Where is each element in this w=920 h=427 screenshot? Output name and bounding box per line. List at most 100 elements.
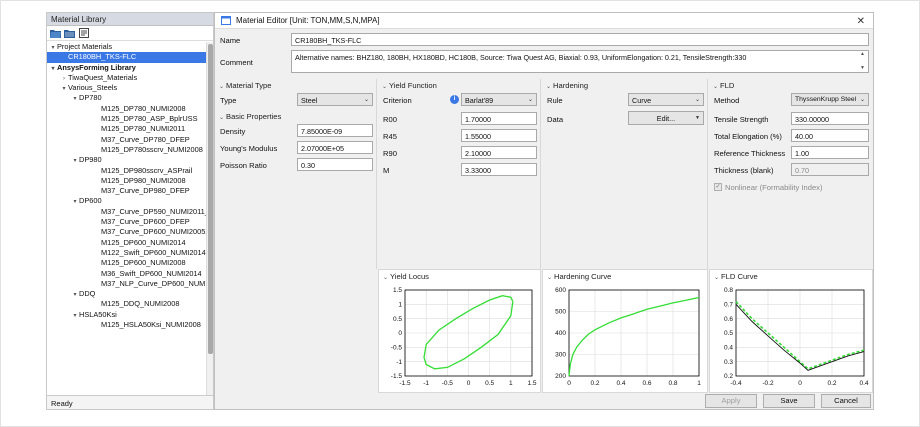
criterion-select[interactable]: Barlat'89 ⌄ (461, 93, 537, 106)
tree-item[interactable]: M125_DP780sscrv_NUMI2008 (47, 145, 207, 155)
comment-textarea[interactable]: Alternative names: BHZ180, 180BH, HX180B… (291, 50, 869, 73)
library-scrollbar[interactable] (206, 42, 213, 396)
youngs-modulus-input[interactable]: 2.07000E+05 (297, 141, 373, 154)
m-input[interactable]: 3.33000 (461, 163, 537, 176)
tree-item-label: DP600 (79, 196, 102, 206)
collapse-chevron-icon[interactable]: ⌄ (219, 83, 226, 90)
tree-item-label: M125_DP780_NUMI2008 (101, 103, 186, 113)
tree-item[interactable]: ▾ HSLA50Ksi (47, 310, 207, 320)
tree-item[interactable]: M125_DDQ_NUMI2008 (47, 299, 207, 309)
tree-item-label: M125_DP780_NUMI2011 (101, 124, 186, 134)
collapse-chevron-icon[interactable]: ⌄ (547, 274, 554, 281)
reference-thickness-input[interactable]: 1.00 (791, 146, 869, 159)
tree-item-label: TiwaQuest_Materials (68, 72, 138, 82)
tree-item[interactable]: M37_Curve_DP980_DFEP (47, 186, 207, 196)
editor-app-icon (221, 16, 231, 25)
x-tick-label: 0 (798, 380, 802, 387)
blank-thickness-label: Thickness (blank) (714, 166, 774, 175)
blank-thickness-input[interactable]: 0.70 (791, 163, 869, 176)
collapse-chevron-icon[interactable]: ⌄ (382, 83, 389, 90)
status-bar: Ready (47, 395, 213, 409)
r45-input[interactable]: 1.55000 (461, 129, 537, 142)
tree-item[interactable]: M37_NLP_Curve_DP600_NUMI2014 (47, 279, 207, 289)
name-input[interactable]: CR180BH_TKS-FLC (291, 33, 869, 46)
tree-item[interactable]: M125_DP980_NUMI2008 (47, 176, 207, 186)
tree-item-label: M37_Curve_DP600_DFEP (101, 217, 190, 227)
tree-item[interactable]: M37_Curve_DP590_NUMI2011_BM3 (47, 207, 207, 217)
library-toolbar (47, 26, 213, 41)
y-tick-label: 0.8 (724, 287, 733, 294)
save-button[interactable]: Save (763, 394, 815, 408)
comment-label: Comment (220, 58, 253, 67)
nonlinear-label: Nonlinear (Formability Index) (725, 183, 823, 192)
tree-item[interactable]: M36_Swift_DP600_NUMI2014 (47, 269, 207, 279)
collapse-chevron-icon[interactable]: ⌄ (713, 83, 720, 90)
info-icon[interactable]: i (450, 95, 459, 104)
tree-item[interactable]: M125_HSLA50Ksi_NUMI2008 (47, 320, 207, 330)
close-icon[interactable]: ✕ (857, 16, 865, 27)
tree-item-label: DDQ (79, 289, 96, 299)
tensile-strength-input[interactable]: 330.00000 (791, 112, 869, 125)
r00-input[interactable]: 1.70000 (461, 112, 537, 125)
x-tick-label: 0 (467, 380, 471, 387)
yield-locus-plot: ⌄ Yield Locus -1.5 -1 -0.5 0 0.5 1 1.5 1.5 1 0.5 0-… (378, 269, 541, 393)
y-tick-label: 0.4 (724, 345, 733, 352)
properties-icon[interactable] (78, 28, 89, 38)
nonlinear-checkbox[interactable]: ✓ (714, 183, 722, 191)
y-tick-label: 400 (555, 330, 566, 337)
tree-item-label: M125_DP980_NUMI2008 (101, 175, 186, 185)
tree-item[interactable]: M122_Swift_DP600_NUMI2014 (47, 248, 207, 258)
tree-item[interactable]: M125_DP780_NUMI2008 (47, 104, 207, 114)
folder-icon[interactable] (64, 28, 75, 38)
basic-properties-title: ⌄ Basic Properties (219, 112, 282, 121)
edit-data-button[interactable]: Edit... ▼ (628, 111, 704, 125)
tree-item[interactable]: › TiwaQuest_Materials (47, 73, 207, 83)
tree-item[interactable]: ▾ DP780 (47, 93, 207, 103)
x-tick-label: 0.2 (827, 380, 836, 387)
comment-scroll-down-icon[interactable]: ▼ (860, 65, 865, 71)
hardening-curve-plot: ⌄ Hardening Curve 0 0.2 0.4 0.6 0.8 1 600 500 400… (542, 269, 708, 393)
x-tick-label: -0.4 (730, 380, 742, 387)
y-tick-label: 1.5 (393, 287, 402, 294)
dropdown-caret-icon: ⌄ (694, 97, 700, 103)
tree-item[interactable]: M37_Curve_DP600_NUMI2005Xmbr (47, 227, 207, 237)
tree-item[interactable]: M125_DP780_ASP_BplrUSS (47, 114, 207, 124)
collapse-chevron-icon[interactable]: ⌄ (383, 274, 390, 281)
cancel-button[interactable]: Cancel (821, 394, 871, 408)
x-tick-label: 0.2 (590, 380, 599, 387)
y-tick-label: 200 (555, 373, 566, 380)
tree-item[interactable]: ▾ DDQ (47, 289, 207, 299)
tree-item[interactable]: ▾ DP600 (47, 196, 207, 206)
total-elongation-input[interactable]: 40.00 (791, 129, 869, 142)
tree-item[interactable]: M125_DP780_NUMI2011 (47, 124, 207, 134)
method-select[interactable]: ThyssenKrupp Steel ⌄ (791, 93, 869, 106)
tree-item[interactable]: ▾ Project Materials (47, 42, 207, 52)
x-tick-label: 0.8 (668, 380, 677, 387)
y-tick-label: -1 (396, 359, 402, 366)
density-input[interactable]: 7.85000E-09 (297, 124, 373, 137)
tree-item-label: M36_Swift_DP600_NUMI2014 (101, 268, 202, 278)
collapse-chevron-icon[interactable]: ⌄ (219, 114, 226, 121)
apply-button[interactable]: Apply (705, 394, 757, 408)
tree-item[interactable]: ▾ AnsysForming Library (47, 63, 207, 73)
tree-item[interactable]: ▾ DP980 (47, 155, 207, 165)
tree-item[interactable]: M37_Curve_DP780_DFEP (47, 135, 207, 145)
scrollbar-thumb[interactable] (208, 44, 213, 354)
rule-select[interactable]: Curve ⌄ (628, 93, 704, 106)
yield-locus-title: ⌄ Yield Locus (383, 272, 429, 281)
comment-scroll-up-icon[interactable]: ▲ (860, 51, 865, 57)
r90-input[interactable]: 2.10000 (461, 146, 537, 159)
tree-item[interactable]: M125_DP600_NUMI2014 (47, 238, 207, 248)
tree-item[interactable]: M125_DP980sscrv_ASPrail (47, 166, 207, 176)
type-select[interactable]: Steel ⌄ (297, 93, 373, 106)
poisson-ratio-input[interactable]: 0.30 (297, 158, 373, 171)
tree-item[interactable]: M125_DP600_NUMI2008 (47, 258, 207, 268)
x-tick-label: 1.5 (527, 380, 536, 387)
tree-item[interactable]: ▾ Various_Steels (47, 83, 207, 93)
open-folder-icon[interactable] (50, 28, 61, 38)
collapse-chevron-icon[interactable]: ⌄ (714, 274, 721, 281)
collapse-chevron-icon[interactable]: ⌄ (546, 83, 553, 90)
dropdown-caret-icon: ⌄ (363, 97, 369, 103)
tree-item[interactable]: CR180BH_TKS-FLC (47, 52, 207, 63)
tree-item[interactable]: M37_Curve_DP600_DFEP (47, 217, 207, 227)
